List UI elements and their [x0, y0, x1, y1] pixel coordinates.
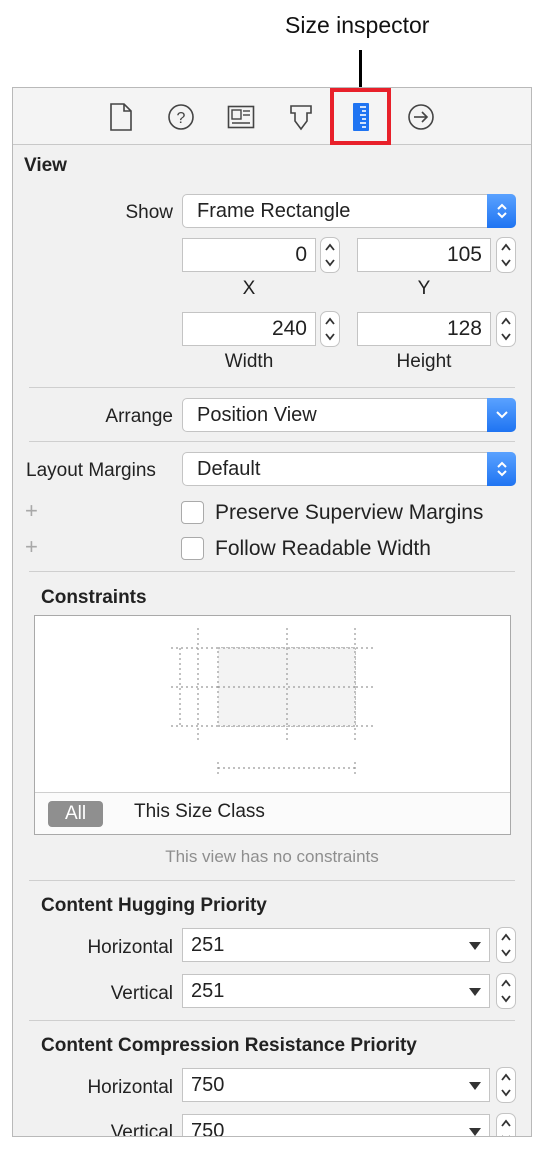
- attributes-icon[interactable]: [287, 102, 315, 132]
- plus-icon[interactable]: +: [25, 498, 38, 524]
- compression-vertical-value: 750: [191, 1120, 225, 1137]
- divider: [29, 880, 515, 881]
- compression-horizontal-stepper[interactable]: [496, 1067, 516, 1103]
- layout-margins-label: Layout Margins: [26, 460, 156, 481]
- show-label: Show: [125, 202, 173, 223]
- height-field[interactable]: 128: [357, 312, 491, 346]
- constraints-title: Constraints: [41, 587, 147, 608]
- all-size-classes-toggle[interactable]: All: [48, 801, 103, 827]
- connections-icon[interactable]: [407, 102, 435, 132]
- size-class-bar: All This Size Class: [35, 792, 510, 834]
- show-select-value: Frame Rectangle: [197, 200, 351, 222]
- divider: [29, 571, 515, 572]
- svg-text:?: ?: [177, 110, 186, 127]
- readable-width-label: Follow Readable Width: [215, 537, 431, 560]
- size-inspector-callout: Size inspector: [285, 12, 430, 38]
- hugging-horizontal-stepper[interactable]: [496, 927, 516, 963]
- this-size-class-toggle[interactable]: This Size Class: [134, 801, 265, 823]
- x-label: X: [242, 278, 256, 299]
- file-icon[interactable]: [107, 102, 135, 132]
- dropdown-triangle-icon: [469, 988, 481, 996]
- hugging-horizontal-combo[interactable]: 251: [182, 928, 490, 962]
- compression-vertical-combo[interactable]: 750: [182, 1114, 490, 1137]
- compression-horizontal-combo[interactable]: 750: [182, 1068, 490, 1102]
- layout-margins-select[interactable]: Default: [182, 452, 516, 486]
- preserve-margins-label: Preserve Superview Margins: [215, 501, 484, 524]
- hugging-vertical-value: 251: [191, 980, 225, 1002]
- divider: [29, 387, 515, 388]
- width-label: Width: [224, 351, 274, 372]
- updown-arrows-icon: [487, 452, 516, 486]
- hugging-vertical-label: Vertical: [110, 983, 173, 1004]
- hugging-vertical-combo[interactable]: 251: [182, 974, 490, 1008]
- compression-horizontal-value: 750: [191, 1074, 225, 1096]
- x-field[interactable]: 0: [182, 238, 316, 272]
- x-stepper[interactable]: [320, 237, 340, 273]
- layout-margins-value: Default: [197, 458, 261, 480]
- arrange-select-value: Position View: [197, 404, 317, 426]
- dropdown-triangle-icon: [469, 1128, 481, 1136]
- chevron-down-icon: [487, 398, 516, 432]
- size-inspector-highlight: [330, 88, 391, 145]
- arrange-select[interactable]: Position View: [182, 398, 516, 432]
- arrange-label: Arrange: [105, 406, 173, 427]
- preserve-margins-checkbox[interactable]: [181, 501, 204, 524]
- y-field[interactable]: 105: [357, 238, 491, 272]
- hugging-title: Content Hugging Priority: [41, 895, 267, 916]
- compression-title: Content Compression Resistance Priority: [41, 1035, 417, 1056]
- divider: [29, 1020, 515, 1021]
- identity-icon[interactable]: [227, 102, 255, 132]
- view-section-title: View: [24, 155, 67, 176]
- help-icon[interactable]: ?: [167, 102, 195, 132]
- dropdown-triangle-icon: [469, 1082, 481, 1090]
- hugging-vertical-stepper[interactable]: [496, 973, 516, 1009]
- inspector-toolbar: ?: [13, 88, 531, 145]
- show-select[interactable]: Frame Rectangle: [182, 194, 516, 228]
- constraints-diagram: [171, 628, 376, 774]
- y-label: Y: [417, 278, 431, 299]
- compression-horizontal-label: Horizontal: [87, 1077, 173, 1098]
- divider: [29, 441, 515, 442]
- constraints-editor[interactable]: All This Size Class: [34, 615, 511, 835]
- y-stepper[interactable]: [496, 237, 516, 273]
- plus-icon[interactable]: +: [25, 534, 38, 560]
- compression-vertical-stepper[interactable]: [496, 1113, 516, 1136]
- width-field[interactable]: 240: [182, 312, 316, 346]
- compression-vertical-label: Vertical: [110, 1122, 173, 1137]
- no-constraints-note: This view has no constraints: [165, 847, 379, 866]
- hugging-horizontal-value: 251: [191, 934, 225, 956]
- readable-width-checkbox[interactable]: [181, 537, 204, 560]
- hugging-horizontal-label: Horizontal: [87, 937, 173, 958]
- updown-arrows-icon: [487, 194, 516, 228]
- height-stepper[interactable]: [496, 311, 516, 347]
- dropdown-triangle-icon: [469, 942, 481, 950]
- width-stepper[interactable]: [320, 311, 340, 347]
- inspector-panel: ? View Show Frame Rectangle 0 X 105 Y 24…: [12, 87, 532, 1137]
- height-label: Height: [396, 351, 452, 372]
